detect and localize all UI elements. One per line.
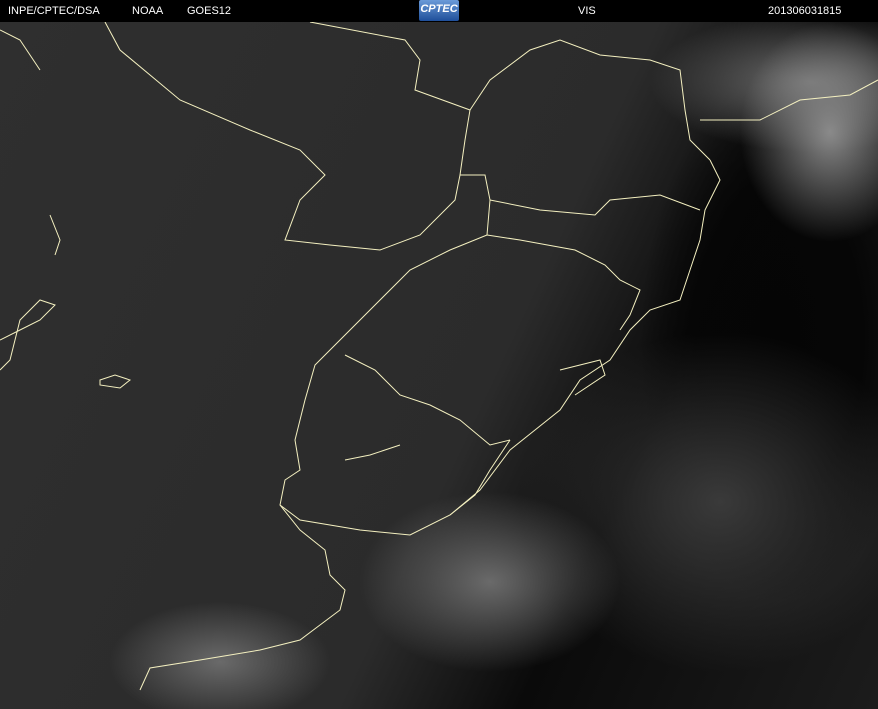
timestamp-label: 201306031815 (768, 5, 842, 17)
agency-label: NOAA (132, 5, 164, 17)
border-line (344, 354, 511, 446)
image-header-bar: INPE/CPTEC/DSA NOAA GOES12 CPTEC VIS 201… (0, 0, 878, 22)
border-line (279, 234, 511, 536)
satellite-label: GOES12 (187, 5, 232, 17)
border-line (139, 504, 346, 691)
political-borders-overlay (0, 21, 878, 691)
border-line (104, 21, 491, 251)
border-line (489, 194, 701, 216)
border-line (486, 234, 641, 331)
source-label: INPE/CPTEC/DSA (8, 5, 100, 17)
border-line (559, 359, 606, 396)
border-line (469, 39, 711, 161)
satellite-image-viewer: INPE/CPTEC/DSA NOAA GOES12 CPTEC VIS 201… (0, 0, 878, 709)
border-line (0, 29, 41, 71)
border-line (449, 159, 721, 516)
cptec-logo: CPTEC (419, 0, 459, 21)
border-line (700, 79, 878, 121)
border-line (99, 374, 132, 389)
border-line (49, 214, 61, 256)
border-line (344, 444, 401, 461)
border-line (309, 21, 471, 176)
border-line (0, 299, 56, 371)
channel-label: VIS (578, 5, 596, 17)
